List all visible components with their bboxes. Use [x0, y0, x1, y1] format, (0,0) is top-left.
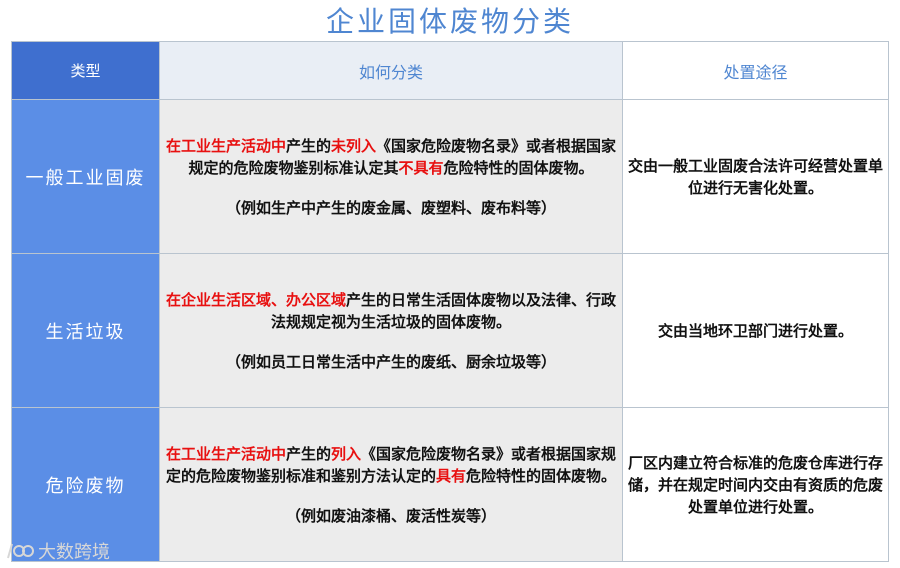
- page-title: 企业固体废物分类: [325, 5, 574, 38]
- disposal-cell-hazardous: 厂区内建立符合标准的危废仓库进行存储，并在规定时间内交由有资质的危废处置单位进行…: [622, 407, 889, 562]
- highlight-text: 在工业生产活动中: [165, 445, 286, 463]
- classification-description: 在工业生产活动中产生的未列入《国家危险废物名录》或者根据国家规定的危险废物鉴别标…: [160, 135, 622, 179]
- example-text: （例如废油漆桶、废活性炭等）: [285, 507, 496, 525]
- type-cell-general-industrial: 一般工业固废: [11, 99, 160, 254]
- table-header-row: 类型 如何分类 处置途径: [11, 41, 889, 100]
- description-text: 产生的: [285, 445, 331, 463]
- highlight-text: 未列入: [331, 137, 377, 155]
- description-text: 产生的: [285, 137, 331, 155]
- highlight-text: 在企业生活区域、办公区域: [165, 291, 346, 309]
- header-disposal: 处置途径: [622, 41, 889, 100]
- highlight-text: 具有: [435, 467, 466, 485]
- how-cell-hazardous: 在工业生产活动中产生的列入《国家危险废物名录》或者根据国家规定的危险废物鉴别标准…: [159, 407, 623, 562]
- highlight-text: 在工业生产活动中: [165, 137, 286, 155]
- table-row: 危险废物 在工业生产活动中产生的列入《国家危险废物名录》或者根据国家规定的危险废…: [11, 407, 889, 562]
- disposal-cell-general-industrial: 交由一般工业固废合法许可经营处置单位进行无害化处置。: [622, 99, 889, 254]
- watermark: 大数跨境: [6, 540, 110, 563]
- header-how: 如何分类: [159, 41, 623, 100]
- how-cell-household: 在企业生活区域、办公区域产生的日常生活固体废物以及法律、行政法规规定视为生活垃圾…: [159, 253, 623, 408]
- example-text: （例如员工日常生活中产生的废纸、厨余垃圾等）: [225, 353, 556, 371]
- header-type: 类型: [11, 41, 160, 100]
- 100-logo-icon: [6, 542, 34, 560]
- disposal-cell-household: 交由当地环卫部门进行处置。: [622, 253, 889, 408]
- table-row: 一般工业固废 在工业生产活动中产生的未列入《国家危险废物名录》或者根据国家规定的…: [11, 99, 889, 254]
- description-text: 危险特性的固体废物。: [466, 467, 617, 485]
- waste-classification-table: 类型 如何分类 处置途径 一般工业固废 在工业生产活动中产生的未列入《国家危险废…: [11, 41, 889, 562]
- classification-description: 在工业生产活动中产生的列入《国家危险废物名录》或者根据国家规定的危险废物鉴别标准…: [160, 443, 622, 487]
- highlight-text: 列入: [331, 445, 362, 463]
- watermark-text: 大数跨境: [38, 542, 110, 563]
- highlight-text: 不具有: [398, 159, 444, 177]
- type-cell-household: 生活垃圾: [11, 253, 160, 408]
- how-cell-general-industrial: 在工业生产活动中产生的未列入《国家危险废物名录》或者根据国家规定的危险废物鉴别标…: [159, 99, 623, 254]
- example-text: （例如生产中产生的废金属、废塑料、废布料等）: [225, 199, 556, 217]
- table-row: 生活垃圾 在企业生活区域、办公区域产生的日常生活固体废物以及法律、行政法规规定视…: [11, 253, 889, 408]
- classification-description: 在企业生活区域、办公区域产生的日常生活固体废物以及法律、行政法规规定视为生活垃圾…: [160, 289, 622, 333]
- description-text: 危险特性的固体废物。: [443, 159, 594, 177]
